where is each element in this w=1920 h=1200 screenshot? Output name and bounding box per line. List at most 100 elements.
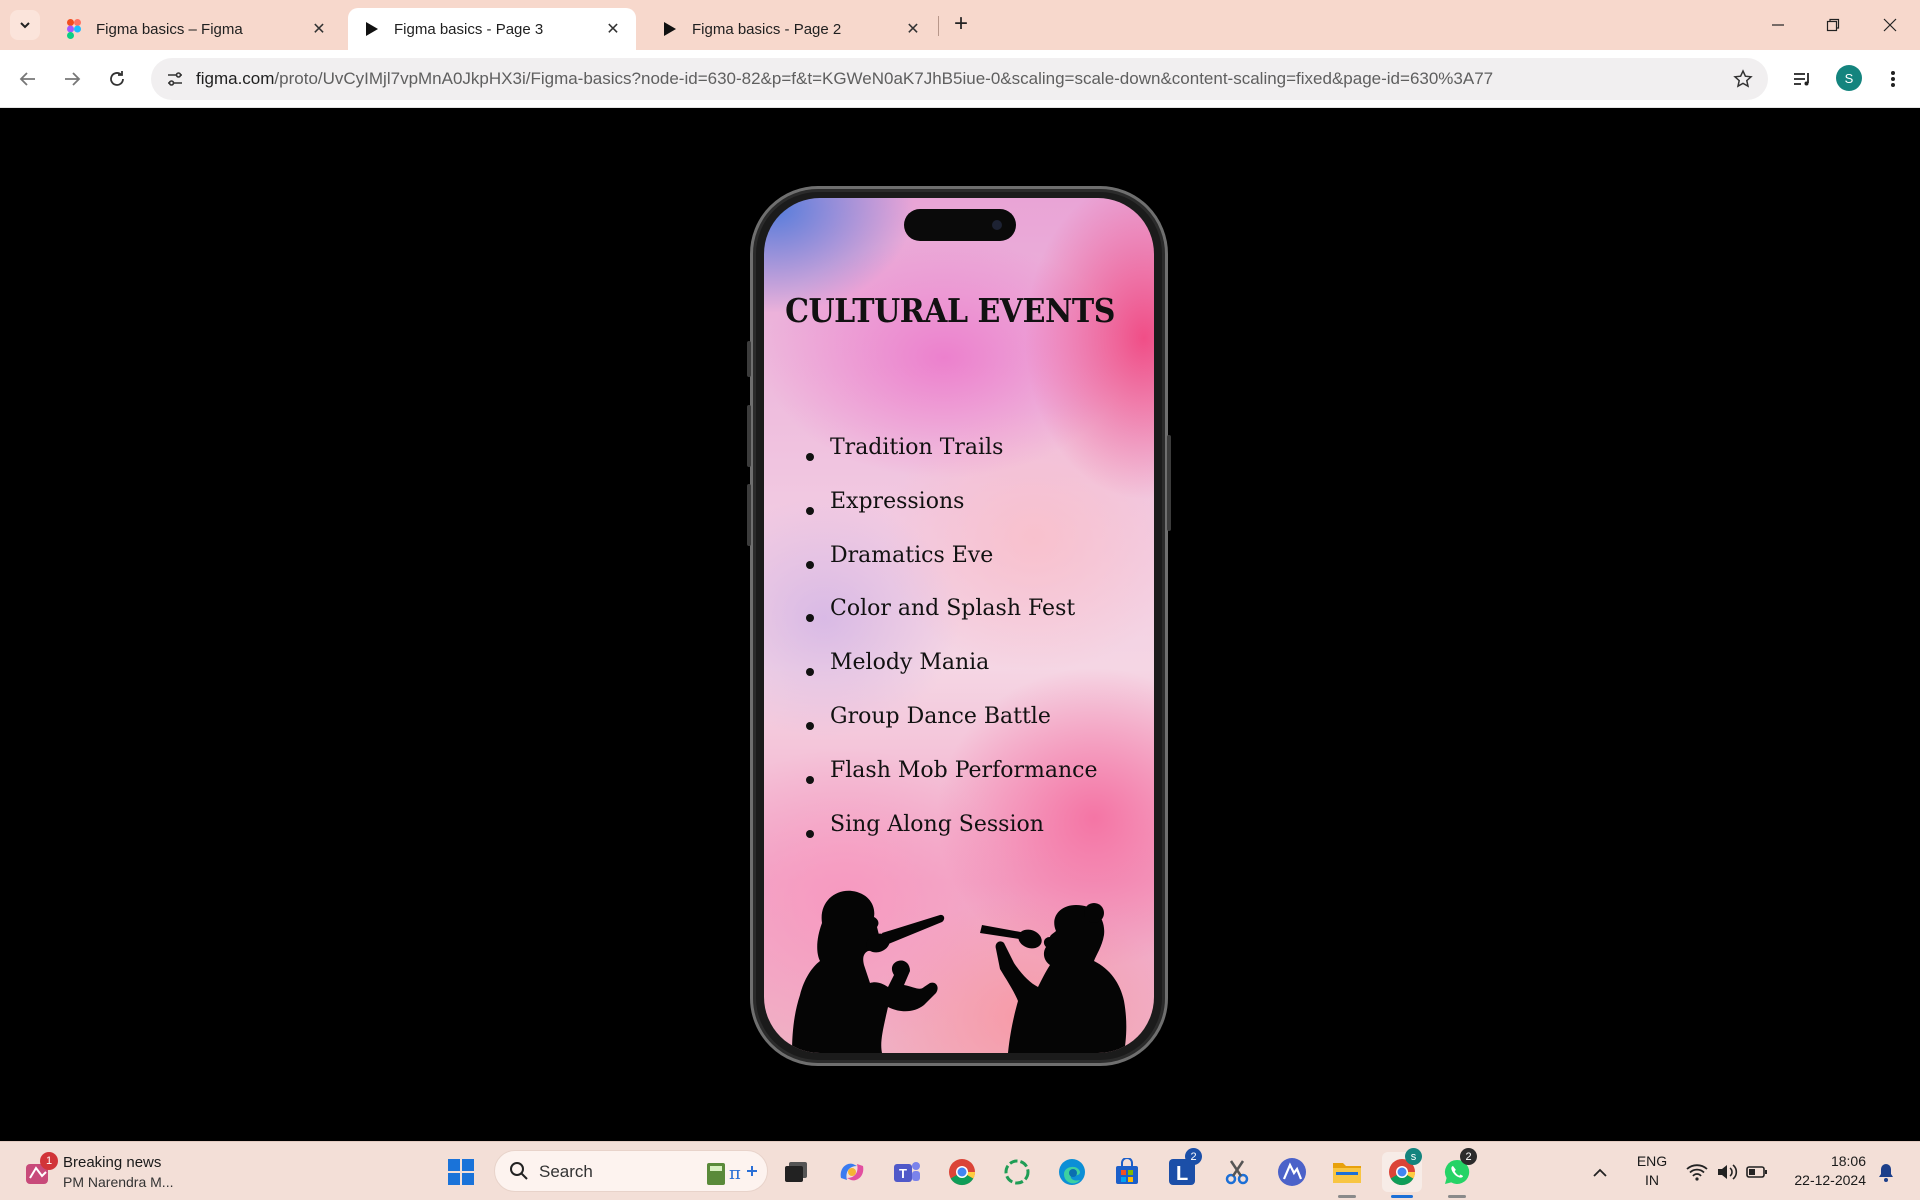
events-list: Tradition Trails Expressions Dramatics E… [806, 435, 1097, 865]
restore-button[interactable] [1813, 8, 1853, 42]
taskbar: 1 Breaking news PM Narendra M... Search … [0, 1141, 1920, 1200]
page-title: CULTURAL EVENTS [785, 292, 1115, 331]
l-app-button[interactable]: L 2 [1162, 1148, 1202, 1192]
dynamic-island [904, 209, 1016, 241]
event-label: Flash Mob Performance [830, 757, 1098, 783]
whatsapp-button[interactable]: 2 [1437, 1148, 1477, 1198]
chrome-button[interactable] [942, 1152, 982, 1192]
tab-title: Figma basics - Page 3 [394, 20, 544, 38]
notification-badge: 2 [1185, 1148, 1202, 1165]
camera-icon [992, 220, 1002, 230]
profile-avatar[interactable]: S [1836, 65, 1862, 91]
phone-frame: CULTURAL EVENTS Tradition Trails Express… [747, 186, 1171, 1066]
power-button [1167, 435, 1171, 531]
chrome-profile-button[interactable]: s [1382, 1148, 1422, 1198]
notification-badge: 1 [40, 1152, 58, 1170]
back-button[interactable] [12, 63, 44, 95]
news-widget[interactable]: 1 Breaking news PM Narendra M... [22, 1150, 192, 1194]
triangle-app-button[interactable] [1272, 1152, 1312, 1192]
phone-screen[interactable]: CULTURAL EVENTS Tradition Trails Express… [764, 198, 1154, 1053]
snipping-tool-button[interactable] [1217, 1152, 1257, 1192]
list-item: Flash Mob Performance [806, 758, 1097, 812]
notifications-button[interactable] [1866, 1152, 1906, 1192]
reload-button[interactable] [101, 63, 133, 95]
close-window-button[interactable] [1870, 8, 1910, 42]
svg-text:L: L [1176, 1163, 1188, 1185]
close-icon[interactable]: ✕ [602, 18, 624, 40]
language-indicator[interactable]: ENG IN [1630, 1152, 1674, 1190]
bullet-icon [806, 506, 814, 515]
svg-text:T: T [899, 1166, 907, 1181]
green-app-button[interactable] [997, 1152, 1037, 1192]
url-path: /proto/UvCyIMjl7vpMnA0JkpHX3i/Figma-basi… [274, 69, 1494, 88]
start-button[interactable] [441, 1152, 481, 1192]
event-label: Dramatics Eve [830, 542, 994, 568]
volume-down-button [747, 484, 751, 546]
taskbar-search[interactable]: Search π [494, 1150, 768, 1192]
task-view-button[interactable] [776, 1152, 816, 1192]
copilot-icon [840, 1163, 864, 1181]
url-text[interactable]: figma.com/proto/UvCyIMjl7vpMnA0JkpHX3i/F… [196, 69, 1493, 89]
arrow-right-icon [65, 72, 81, 86]
chevron-up-icon [1593, 1168, 1607, 1177]
new-tab-button[interactable]: + [947, 10, 975, 38]
event-label: Color and Splash Fest [830, 596, 1076, 622]
reload-icon [110, 71, 124, 86]
tab-page-3[interactable]: Figma basics - Page 3 ✕ [348, 8, 636, 50]
bookmark-button[interactable] [1728, 64, 1758, 94]
close-icon[interactable]: ✕ [902, 18, 924, 40]
windows-icon [448, 1159, 474, 1185]
show-hidden-icons-button[interactable] [1582, 1152, 1618, 1192]
wifi-icon [1686, 1164, 1708, 1181]
svg-text:π: π [729, 1163, 741, 1184]
edge-icon [1059, 1159, 1085, 1185]
clock[interactable]: 18:06 22-12-2024 [1782, 1152, 1866, 1190]
search-icon [510, 1162, 528, 1180]
running-indicator [1338, 1195, 1356, 1198]
chevron-down-icon [20, 22, 30, 29]
minimize-icon [1772, 24, 1784, 26]
play-icon [660, 19, 680, 39]
store-button[interactable] [1107, 1152, 1147, 1192]
running-indicator [1448, 1195, 1466, 1198]
language-code: ENG [1636, 1153, 1668, 1169]
tab-figma-basics[interactable]: Figma basics – Figma ✕ [50, 8, 342, 50]
tab-title: Figma basics – Figma [96, 20, 243, 38]
scissors-icon [1225, 1160, 1249, 1185]
address-bar[interactable]: figma.com/proto/UvCyIMjl7vpMnA0JkpHX3i/F… [151, 58, 1768, 100]
folder-icon [1333, 1163, 1361, 1183]
news-subtitle: PM Narendra M... [63, 1174, 174, 1190]
file-explorer-button[interactable] [1327, 1152, 1367, 1198]
event-label: Tradition Trails [830, 435, 1004, 460]
figma-icon [64, 19, 84, 39]
clock-date: 22-12-2024 [1794, 1172, 1866, 1188]
site-info-button[interactable] [159, 63, 191, 95]
profile-badge: s [1405, 1148, 1422, 1165]
edge-button[interactable] [1052, 1152, 1092, 1192]
bullet-icon [806, 829, 814, 838]
bullet-icon [806, 453, 814, 461]
forward-button[interactable] [56, 63, 88, 95]
list-item: Group Dance Battle [806, 704, 1097, 758]
calculator-pi-icon: π [707, 1163, 757, 1185]
minimize-button[interactable] [1758, 8, 1798, 42]
region-code: IN [1645, 1172, 1659, 1188]
quick-settings-button[interactable] [1682, 1152, 1772, 1192]
tab-title: Figma basics - Page 2 [692, 20, 842, 38]
arrow-left-icon [19, 72, 35, 86]
list-item: Color and Splash Fest [806, 596, 1097, 650]
media-control-button[interactable] [1787, 64, 1817, 94]
event-label: Group Dance Battle [830, 703, 1051, 729]
tab-page-2[interactable]: Figma basics - Page 2 ✕ [646, 8, 936, 50]
notification-badge: 2 [1460, 1148, 1477, 1165]
close-icon [1883, 18, 1897, 32]
teams-button[interactable]: T [887, 1152, 927, 1192]
event-label: Sing Along Session [830, 811, 1044, 837]
running-indicator [1391, 1195, 1413, 1198]
tab-search-button[interactable] [10, 10, 40, 40]
browser-menu-button[interactable] [1878, 64, 1908, 94]
copilot-button[interactable] [832, 1152, 872, 1192]
close-icon[interactable]: ✕ [308, 18, 330, 40]
volume-up-button [747, 405, 751, 467]
browser-toolbar: figma.com/proto/UvCyIMjl7vpMnA0JkpHX3i/F… [0, 50, 1920, 108]
